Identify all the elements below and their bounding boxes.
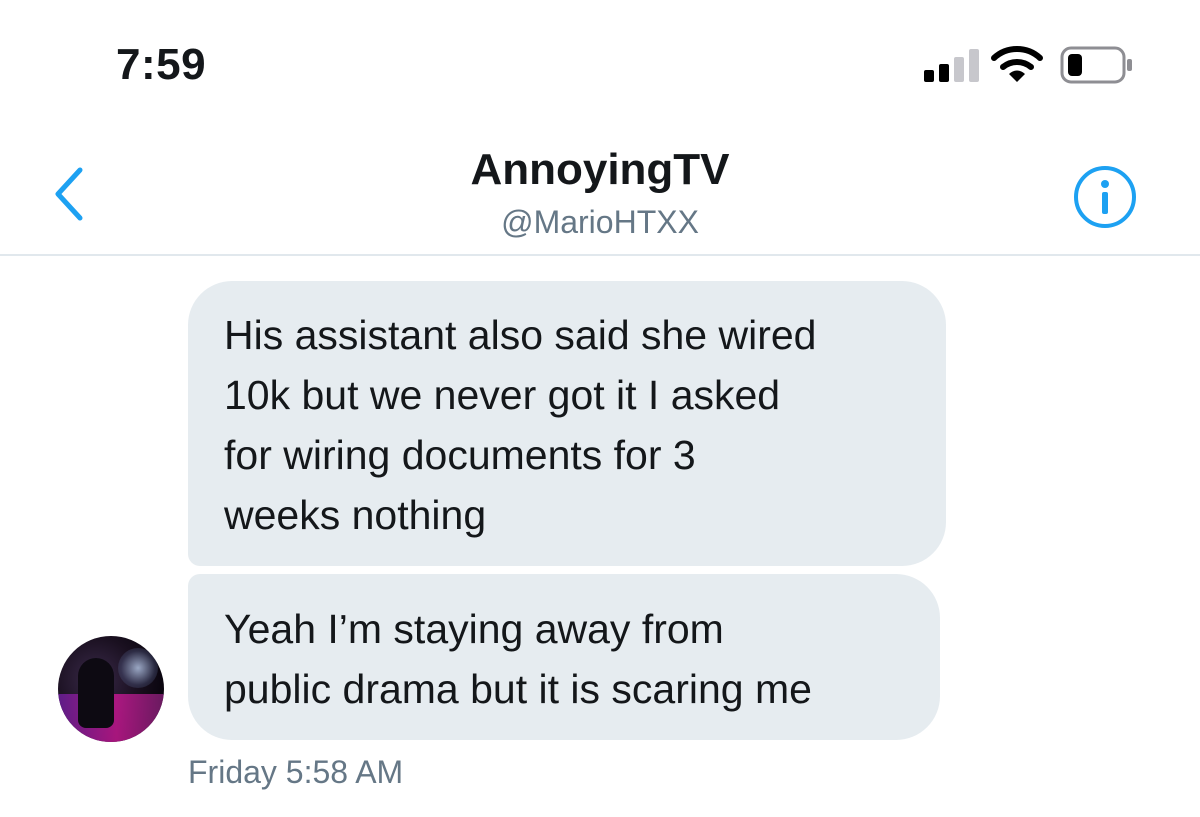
message-line: public drama but it is scaring me (224, 666, 812, 712)
wifi-icon (991, 46, 1043, 82)
info-icon[interactable] (1072, 164, 1138, 230)
message-bubble[interactable]: His assistant also said she wired 10k bu… (188, 281, 946, 566)
message-timestamp: Friday 5:58 AM (188, 754, 404, 790)
message-line: His assistant also said she wired (224, 312, 817, 358)
avatar[interactable] (58, 636, 164, 742)
conversation-title: AnnoyingTV (470, 145, 730, 194)
conversation-handle: @MarioHTXX (501, 204, 699, 240)
message-line: 10k but we never got it I asked (224, 372, 781, 418)
message-line: weeks nothing (224, 492, 487, 538)
header-divider (0, 254, 1200, 256)
message-line: for wiring documents for 3 (224, 432, 696, 478)
dm-conversation-screen: 7:59 AnnoyingTV @MarioHTXX His assistant… (0, 0, 1200, 817)
message-bubble[interactable]: Yeah I’m staying away from public drama … (188, 574, 940, 740)
cellular-signal-icon (924, 48, 982, 82)
battery-icon (1060, 46, 1132, 84)
status-time: 7:59 (116, 40, 207, 89)
avatar-figure (78, 658, 114, 728)
message-line: Yeah I’m staying away from (224, 606, 724, 652)
avatar-light (118, 648, 158, 688)
